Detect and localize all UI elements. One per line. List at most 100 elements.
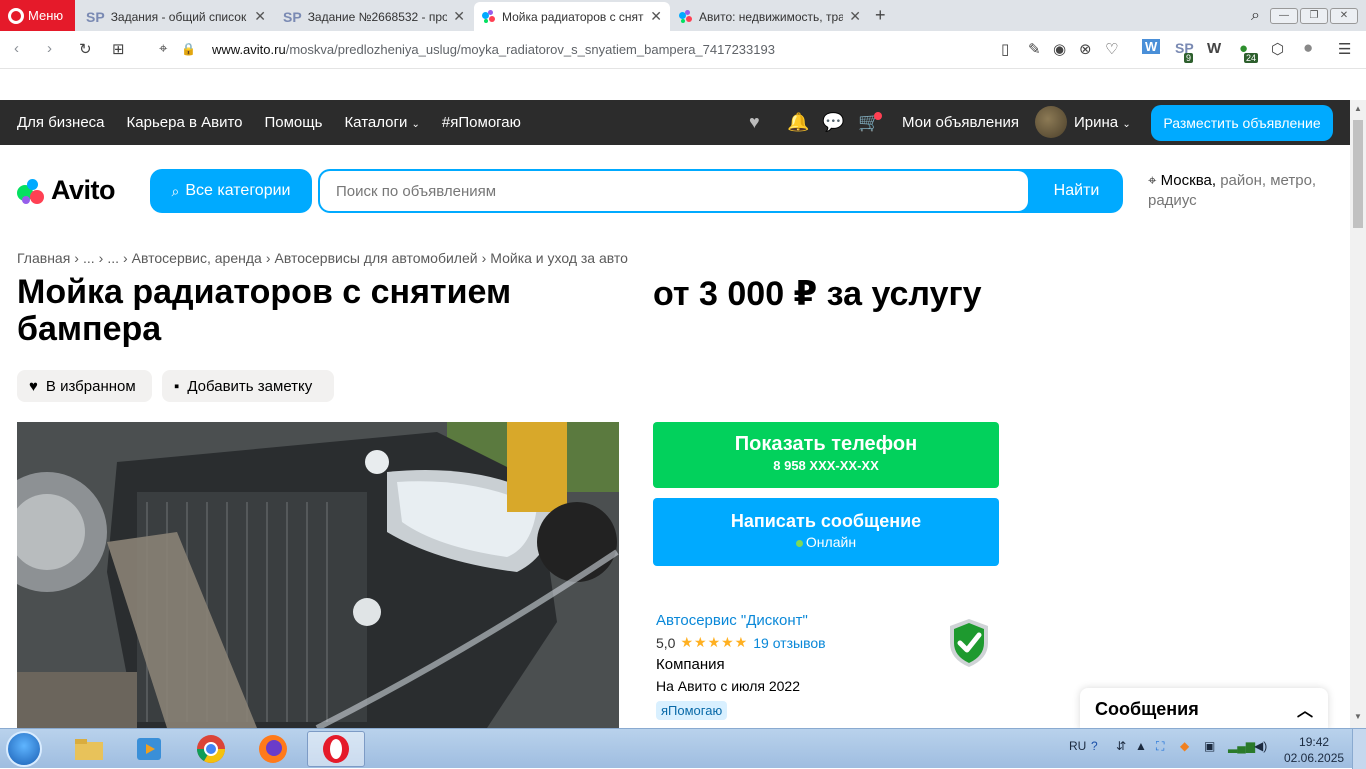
speed-dial-grid-icon[interactable]: ⊞ xyxy=(112,40,125,58)
scrollbar-thumb[interactable] xyxy=(1353,120,1363,228)
minimize-icon[interactable]: — xyxy=(1270,7,1298,24)
clock-date: 02.06.2025 xyxy=(1284,751,1345,765)
scroll-down-icon[interactable]: ▼ xyxy=(1354,712,1362,721)
firefox-taskbar-icon[interactable] xyxy=(244,731,302,767)
w-extension-icon[interactable]: W xyxy=(1142,39,1161,54)
opera-logo-icon xyxy=(8,7,24,24)
tray-arrows-icon[interactable]: ⇵ xyxy=(1116,739,1126,753)
chevron-down-icon: ⌄ xyxy=(1122,119,1131,130)
my-ads-link[interactable]: Мои объявления xyxy=(902,114,1019,131)
adblock-icon[interactable]: ⊗ xyxy=(1079,40,1092,58)
notifications-bell-icon[interactable]: 🔔 xyxy=(787,112,809,133)
tray-app-icon[interactable]: ◆ xyxy=(1180,739,1189,753)
reviews-link[interactable]: 19 отзывов xyxy=(753,635,825,651)
profile-icon[interactable]: ● xyxy=(1303,38,1313,58)
camera-icon[interactable]: ◉ xyxy=(1053,40,1066,58)
show-phone-button[interactable]: Показать телефон 8 958 XXX-XX-XX xyxy=(653,422,999,488)
clipboard-icon[interactable]: ▣ xyxy=(1204,739,1215,753)
nav-help[interactable]: Помощь xyxy=(265,114,323,131)
lock-icon[interactable]: 🔒 xyxy=(181,42,196,56)
search-input[interactable] xyxy=(320,171,1028,211)
url-path: /moskva/predlozheniya_uslug/moyka_radiat… xyxy=(285,42,775,57)
user-menu[interactable]: Ирина ⌄ xyxy=(1074,114,1131,131)
tab-close-icon[interactable]: ✕ xyxy=(650,8,662,25)
online-status: Онлайн xyxy=(653,534,999,550)
listing-photo[interactable] xyxy=(17,422,619,728)
sp-badge: 9 xyxy=(1184,53,1194,63)
back-icon[interactable]: ‹ xyxy=(14,40,19,57)
breadcrumb-item[interactable]: Главная xyxy=(17,250,70,266)
location-pin-icon[interactable]: ⌖ xyxy=(159,40,167,57)
system-clock[interactable]: 19:42 02.06.2025 xyxy=(1284,734,1344,766)
all-categories-button[interactable]: ⌕ Все категории xyxy=(150,169,312,213)
breadcrumb-item[interactable]: Мойка и уход за авто xyxy=(490,250,628,266)
tab-title: Задание №2668532 - прос xyxy=(307,9,448,24)
location-selector[interactable]: ⌖ Москва, район, метро, радиус xyxy=(1148,171,1338,211)
wiki-extension-icon[interactable]: W xyxy=(1207,40,1221,57)
favorite-button[interactable]: ♥ В избранном xyxy=(17,370,152,402)
windows-start-icon[interactable] xyxy=(6,731,42,767)
tab-search-icon[interactable]: ⌕ xyxy=(1251,7,1260,25)
media-player-taskbar-icon[interactable] xyxy=(120,731,178,767)
browser-tab-4[interactable]: Авито: недвижимость, тра ✕ xyxy=(671,2,869,31)
breadcrumb-item[interactable]: ... xyxy=(83,250,95,266)
new-tab-plus-icon[interactable]: + xyxy=(875,5,886,26)
tab-close-icon[interactable]: ✕ xyxy=(254,8,266,25)
url-field[interactable]: www.avito.ru/moskva/predlozheniya_uslug/… xyxy=(212,42,775,57)
screenshot-tool-icon[interactable]: ⛶ xyxy=(1156,739,1164,754)
ya-pomogayu-badge[interactable]: яПомогаю xyxy=(656,701,728,720)
reader-mode-icon[interactable]: ▯ xyxy=(1001,40,1009,58)
write-message-button[interactable]: Написать сообщение Онлайн xyxy=(653,498,999,566)
explorer-taskbar-icon[interactable] xyxy=(60,731,118,767)
add-note-button[interactable]: ▪ Добавить заметку xyxy=(162,370,334,402)
breadcrumb-item[interactable]: ... xyxy=(107,250,119,266)
breadcrumb-separator: › xyxy=(265,250,271,266)
search-button[interactable]: Найти xyxy=(1030,169,1123,213)
show-desktop-button[interactable] xyxy=(1352,729,1366,769)
browser-tab-3-active[interactable]: Мойка радиаторов с сняти ✕ xyxy=(474,2,670,31)
close-window-icon[interactable]: ✕ xyxy=(1330,7,1358,24)
tab-close-icon[interactable]: ✕ xyxy=(453,8,465,25)
avito-logo[interactable]: Avito xyxy=(17,175,116,206)
rating-stars-icon: ★★★★★ xyxy=(680,634,749,650)
easy-setup-icon[interactable]: ☰ xyxy=(1338,40,1351,58)
browser-tab-1[interactable]: SP Задания - общий список з ✕ xyxy=(78,2,274,31)
reload-icon[interactable]: ↻ xyxy=(79,40,92,58)
forward-icon[interactable]: › xyxy=(47,40,52,57)
maximize-icon[interactable]: ❐ xyxy=(1300,7,1328,24)
chevron-up-icon[interactable]: ︿ xyxy=(1297,697,1313,721)
seller-name-link[interactable]: Автосервис "Дисконт" xyxy=(656,612,956,629)
avatar[interactable] xyxy=(1035,106,1067,138)
page-scrollbar[interactable]: ▲ ▼ xyxy=(1350,100,1366,728)
messages-panel[interactable]: Сообщения ︿ xyxy=(1080,688,1328,730)
tray-expand-icon[interactable]: ▲ xyxy=(1135,739,1147,753)
opera-taskbar-icon[interactable] xyxy=(307,731,365,767)
nav-career[interactable]: Карьера в Авито xyxy=(127,114,243,131)
opera-menu-button[interactable]: Меню xyxy=(0,0,75,31)
scroll-up-icon[interactable]: ▲ xyxy=(1354,104,1362,113)
network-signal-icon[interactable]: ▂▄▆ xyxy=(1228,739,1255,753)
cube-extension-icon[interactable]: ⬡ xyxy=(1271,40,1284,58)
chrome-taskbar-icon[interactable] xyxy=(182,731,240,767)
categories-search-icon: ⌕ xyxy=(171,182,180,199)
messages-chat-icon[interactable]: 💬 xyxy=(822,112,844,133)
avito-logo-dots-icon xyxy=(17,176,47,206)
chevron-down-icon: ⌄ xyxy=(411,119,420,130)
post-ad-button[interactable]: Разместить объявление xyxy=(1151,105,1333,141)
browser-tab-2[interactable]: SP Задание №2668532 - прос ✕ xyxy=(275,2,473,31)
bookmark-heart-icon[interactable]: ♡ xyxy=(1105,40,1118,58)
language-indicator[interactable]: RU xyxy=(1069,739,1086,753)
edit-icon[interactable]: ✎ xyxy=(1028,40,1041,58)
tab-close-icon[interactable]: ✕ xyxy=(849,8,861,25)
volume-icon[interactable]: ◀) xyxy=(1254,739,1267,753)
clock-time: 19:42 xyxy=(1299,735,1330,749)
favorites-heart-icon[interactable]: ♥ xyxy=(749,112,760,133)
breadcrumb-item[interactable]: Автосервисы для автомобилей xyxy=(275,250,478,266)
breadcrumb-item[interactable]: Автосервис, аренда xyxy=(132,250,262,266)
nav-catalogs[interactable]: Каталоги ⌄ xyxy=(344,114,419,131)
nav-ya-pomogayu[interactable]: #яПомогаю xyxy=(442,114,521,131)
help-icon[interactable]: ? xyxy=(1091,739,1098,753)
car-engine-photo xyxy=(17,422,619,728)
breadcrumb: Главная ›... ›... › Автосервис, аренда › Автос… xyxy=(17,250,628,266)
nav-for-business[interactable]: Для бизнеса xyxy=(17,114,105,131)
